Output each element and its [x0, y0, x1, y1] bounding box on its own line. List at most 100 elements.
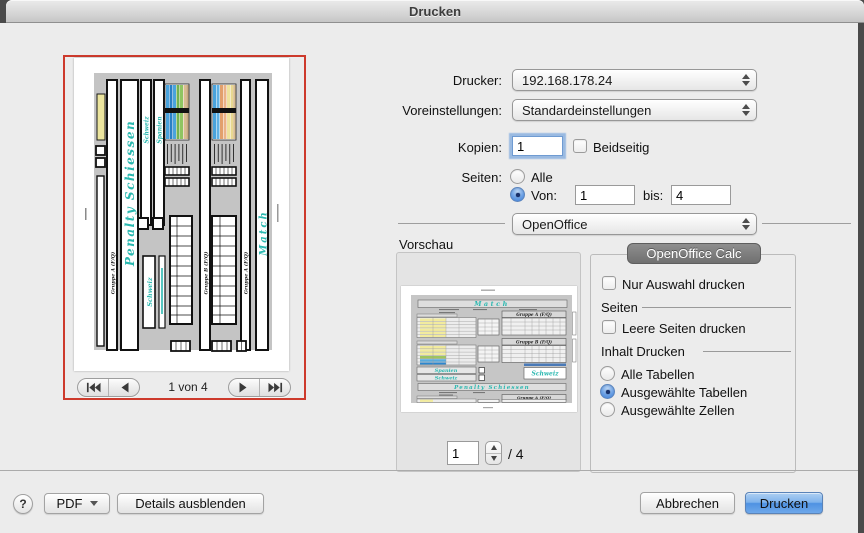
duplex-checkbox[interactable]: [573, 139, 587, 153]
preview-schweiz-label: Schweiz: [144, 116, 151, 144]
pdf-button[interactable]: PDF: [44, 493, 110, 514]
first-page-button[interactable]: [78, 379, 108, 396]
title-bar: Drucken: [6, 0, 864, 23]
preview-schweiz2-label: Schweiz: [146, 277, 154, 307]
previous-icon: [118, 382, 130, 393]
preview-penalty-label: Penalty Schiessen: [123, 120, 137, 267]
cancel-button-label: Abbrechen: [656, 496, 719, 511]
preview-group-b-label: Gruppe B (F/Q): [203, 251, 210, 295]
preview-total-pages: / 4: [508, 446, 524, 462]
preview-match-label: Match: [259, 210, 270, 257]
printer-popup[interactable]: 192.168.178.24: [512, 69, 757, 91]
popup-stepper-icon: [742, 74, 750, 86]
vorschau-box: Match Gruppe A (F/Q): [396, 252, 581, 472]
small-table-a: [417, 318, 476, 338]
stepper-down-icon[interactable]: [486, 454, 501, 465]
presets-popup-value: Standardeinstellungen: [522, 103, 651, 118]
presets-label: Voreinstellungen:: [322, 103, 502, 118]
color-stripes-group2: [212, 84, 236, 140]
pages-all-radio[interactable]: [510, 169, 525, 184]
left-divider: [398, 223, 505, 224]
nav-forward-group: [228, 378, 291, 397]
hide-details-label: Details ausblenden: [135, 496, 246, 511]
preview-group-a-label: Gruppe A (F/Q): [110, 251, 117, 294]
dialog-body: Gruppe A (F/Q) Penalty Schiessen Schweiz…: [0, 23, 858, 533]
content-section-label: Inhalt Drucken: [601, 344, 685, 359]
app-options-popup-value: OpenOffice: [522, 217, 588, 232]
preview-page-stepper[interactable]: [485, 441, 502, 465]
selected-tables-radio[interactable]: [600, 384, 615, 399]
help-button-label: ?: [19, 497, 26, 511]
small-penalty-label: Penalty Schiessen: [453, 385, 530, 391]
copies-label: Kopien:: [322, 140, 502, 155]
dialog-title: Drucken: [409, 4, 461, 19]
next-page-button[interactable]: [229, 379, 259, 396]
previous-page-button[interactable]: [108, 379, 139, 396]
small-table-b: [417, 345, 476, 365]
calc-panel-title-text: OpenOffice Calc: [646, 246, 741, 261]
selected-cells-radio[interactable]: [600, 402, 615, 417]
pages-from-label: Von:: [531, 188, 557, 203]
popup-stepper-icon: [742, 218, 750, 230]
preview-group-a2-label: Gruppe A (F/Q): [243, 251, 250, 294]
preview-spanien-label: Spanien: [157, 116, 164, 143]
pages-section-label: Seiten: [601, 300, 638, 315]
selected-tables-label: Ausgewählte Tabellen: [621, 385, 747, 400]
page-position-text: 1 von 4: [158, 380, 218, 394]
duplex-label: Beidseitig: [593, 140, 649, 155]
print-dialog: Drucken: [0, 0, 864, 533]
selection-only-label: Nur Auswahl drucken: [622, 277, 745, 292]
selection-only-checkbox[interactable]: [602, 276, 616, 290]
page-preview-small: Match Gruppe A (F/Q): [401, 286, 577, 412]
right-divider: [762, 223, 851, 224]
vorschau-label: Vorschau: [399, 237, 453, 252]
footer-divider: [0, 470, 858, 471]
printer-popup-value: 192.168.178.24: [522, 73, 612, 88]
print-button[interactable]: Drucken: [745, 492, 823, 514]
skip-to-first-icon: [86, 382, 101, 393]
hide-details-button[interactable]: Details ausblenden: [117, 493, 264, 514]
presets-popup[interactable]: Standardeinstellungen: [512, 99, 757, 121]
nav-back-group: [77, 378, 140, 397]
pdf-button-label: PDF: [57, 496, 83, 511]
all-tables-radio[interactable]: [600, 366, 615, 381]
print-button-label: Drucken: [760, 496, 808, 511]
small-group-a2-label: Gruppe A (F/Q): [517, 395, 551, 400]
small-group-b-label: Gruppe B (F/Q): [516, 340, 552, 345]
pages-all-label: Alle: [531, 170, 553, 185]
chevron-down-icon: [90, 501, 98, 506]
skip-to-last-icon: [268, 382, 283, 393]
pages-from-radio[interactable]: [510, 187, 525, 202]
pages-to-input[interactable]: [671, 185, 731, 205]
small-group-a-label: Gruppe A (F/Q): [516, 312, 552, 317]
help-button[interactable]: ?: [13, 494, 33, 514]
copies-input[interactable]: [512, 136, 563, 156]
calc-panel-title: OpenOffice Calc: [627, 243, 761, 264]
all-tables-label: Alle Tabellen: [621, 367, 694, 382]
last-page-button[interactable]: [259, 379, 290, 396]
small-match-label: Match: [473, 300, 510, 308]
preview-page-input[interactable]: [447, 441, 479, 465]
preview-large-graphic: Gruppe A (F/Q) Penalty Schiessen Schweiz…: [74, 58, 289, 371]
pages-section-rule: [642, 307, 791, 308]
page-preview-large: Gruppe A (F/Q) Penalty Schiessen Schweiz…: [74, 58, 289, 371]
popup-stepper-icon: [742, 104, 750, 116]
small-schweiz-label: Schweiz: [435, 376, 458, 382]
page-preview-panel[interactable]: Gruppe A (F/Q) Penalty Schiessen Schweiz…: [63, 55, 306, 400]
pages-from-input[interactable]: [575, 185, 635, 205]
content-section-rule: [703, 351, 791, 352]
preview-small-graphic: Match Gruppe A (F/Q): [401, 286, 577, 412]
pages-to-label: bis:: [643, 188, 663, 203]
empty-pages-label: Leere Seiten drucken: [622, 321, 746, 336]
stepper-up-icon[interactable]: [486, 442, 501, 454]
small-spanien-label: Spanien: [435, 368, 458, 374]
empty-pages-checkbox[interactable]: [602, 320, 616, 334]
pages-label: Seiten:: [322, 170, 502, 185]
cancel-button[interactable]: Abbrechen: [640, 492, 735, 514]
app-options-popup[interactable]: OpenOffice: [512, 213, 757, 235]
selected-cells-label: Ausgewählte Zellen: [621, 403, 734, 418]
next-icon: [238, 382, 250, 393]
color-stripes-group1: [165, 84, 189, 140]
small-schweiz2-label: Schweiz: [531, 371, 559, 378]
printer-label: Drucker:: [322, 73, 502, 88]
